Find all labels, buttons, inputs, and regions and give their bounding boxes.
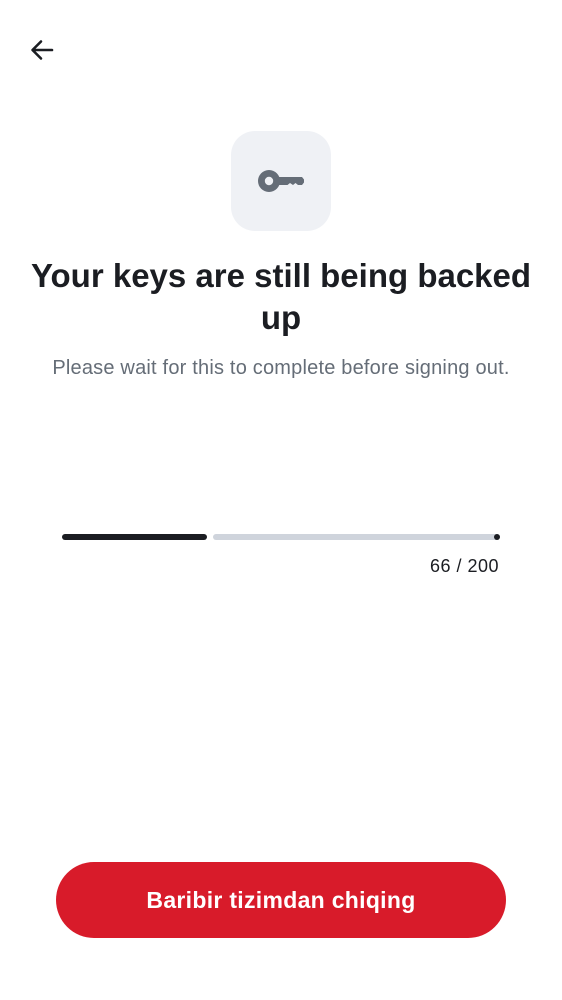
page-subtitle: Please wait for this to complete before … [52,357,510,379]
progress-fill [62,534,207,540]
key-icon-tile [231,131,331,231]
backup-progress-bar [62,533,500,541]
progress-end-marker [494,534,500,540]
back-button[interactable] [20,28,64,72]
arrow-back-icon [31,40,54,60]
progress-count: 66 / 200 [429,556,499,576]
progress-track [213,534,500,540]
sign-out-anyway-button[interactable]: Baribir tizimdan chiqing [56,862,506,938]
key-icon [258,170,304,192]
page-title: Your keys are still being backed up [30,257,532,336]
